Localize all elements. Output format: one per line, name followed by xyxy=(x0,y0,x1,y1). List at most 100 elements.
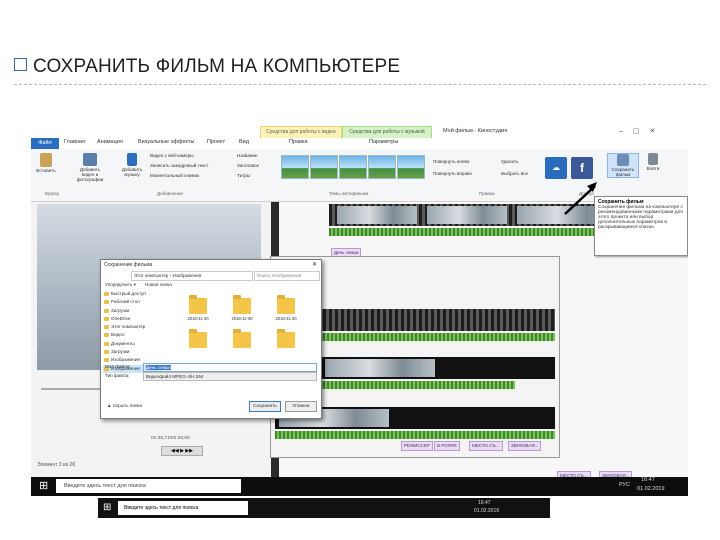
music-note-icon xyxy=(127,153,137,166)
new-folder-button[interactable]: Новая папка xyxy=(145,282,172,287)
group-edit-label: Правка xyxy=(479,191,495,196)
windows-start-icon[interactable]: ⊞ xyxy=(39,480,51,492)
folder-icon[interactable] xyxy=(189,295,207,314)
signin-button[interactable]: Войти xyxy=(643,153,663,171)
film-icon xyxy=(83,153,97,166)
credits-button[interactable]: Титры xyxy=(237,173,250,178)
nav-item[interactable]: Быстрый доступ xyxy=(103,290,163,298)
tab-options[interactable]: Параметры xyxy=(369,139,398,145)
hide-folders-button[interactable]: ▲ Скрыть папки xyxy=(107,403,142,408)
windows-taskbar: ⊞ Введите здесь текст для поиска РУС 16:… xyxy=(31,477,688,496)
playback-controls[interactable]: ◀◀ ▶ ▶▶ xyxy=(161,446,203,456)
tray-lang[interactable]: РУС xyxy=(619,482,630,488)
nav-item[interactable]: Документы xyxy=(103,340,163,348)
folder-icon[interactable] xyxy=(277,295,295,314)
caption-clip[interactable]: МЕСТО СЪ... xyxy=(469,441,503,451)
heading-button[interactable]: Заголовок xyxy=(237,163,259,168)
add-music-label: Добавить музыку xyxy=(121,167,143,177)
theme-thumb-4[interactable] xyxy=(368,155,396,179)
tab-project[interactable]: Проект xyxy=(207,139,225,145)
taskbar-search-input[interactable]: Введите здесь текст для поиска xyxy=(56,479,241,493)
group-themes-label: Темы автофильма xyxy=(329,191,369,196)
filename-input[interactable]: День семьи xyxy=(143,363,317,372)
clipboard-icon xyxy=(40,153,52,167)
nav-item[interactable]: Рабочий стол xyxy=(103,298,163,306)
save-button[interactable]: Сохранить xyxy=(249,401,281,412)
folder-name[interactable]: 2018-11-30 xyxy=(229,316,255,321)
title-divider xyxy=(14,84,706,85)
dialog-close-icon[interactable]: ✕ xyxy=(312,261,317,268)
timeline-clip[interactable] xyxy=(337,206,417,224)
window-title: Мой фильм - Киностудия xyxy=(443,128,508,134)
search-input[interactable]: Поиск: Изображения xyxy=(254,271,320,281)
folder-icon[interactable] xyxy=(233,329,251,348)
inner-windows-taskbar: ⊞ Введите здесь текст для поиска 16:47 0… xyxy=(98,498,550,518)
filename-label: Имя файла: xyxy=(105,364,131,369)
select-all-button[interactable]: Выбрать все xyxy=(501,171,528,176)
slide-title-text: СОХРАНИТЬ ФИЛЬМ НА КОМПЬЮТЕРЕ xyxy=(33,56,401,77)
tab-animation[interactable]: Анимация xyxy=(97,139,123,145)
taskbar-search-input[interactable]: Введите здесь текст для поиска xyxy=(118,501,248,515)
path-breadcrumb[interactable]: Этот компьютер › Изображения xyxy=(131,271,253,281)
caption-button[interactable]: Название xyxy=(237,153,258,158)
snapshot-button[interactable]: Моментальный снимок xyxy=(150,173,199,178)
windows-start-icon[interactable]: ⊞ xyxy=(103,502,111,513)
add-video-label: Добавить видео и фотографии xyxy=(76,167,104,182)
filetype-select[interactable]: Видеофайл MPEG-4/H.264 xyxy=(143,372,317,381)
add-music-button[interactable]: Добавить музыку xyxy=(119,153,145,177)
timeline-clip[interactable] xyxy=(325,359,435,377)
caption-clip[interactable]: РЕЖИССЕР xyxy=(401,441,433,451)
timeline-clip[interactable] xyxy=(427,206,507,224)
nav-item[interactable]: OneDrive xyxy=(103,315,163,323)
movie-maker-screenshot: Средства для работы с видео Средства для… xyxy=(31,126,688,496)
webcam-button[interactable]: Видео с веб-камеры xyxy=(150,153,194,158)
theme-thumb-1[interactable] xyxy=(281,155,309,179)
nav-item[interactable]: Видео xyxy=(103,331,163,339)
organize-button[interactable]: Упорядочить ▾ xyxy=(105,282,136,288)
caption-clip[interactable]: ЗВУКОВАЯ... xyxy=(508,441,542,451)
voiceover-button[interactable]: Записать закадровый текст xyxy=(150,163,209,168)
tab-edit[interactable]: Правка xyxy=(289,139,308,145)
tab-view[interactable]: Вид xyxy=(239,139,249,145)
save-movie-button[interactable]: Сохранить фильм xyxy=(607,153,639,178)
folder-icon[interactable] xyxy=(277,329,295,348)
timecode: 01:35,71/02:20,00 xyxy=(151,436,190,441)
window-controls[interactable]: –▢✕ xyxy=(619,127,665,135)
nav-item[interactable]: Загрузки xyxy=(103,307,163,315)
save-movie-icon xyxy=(617,154,629,166)
breadcrumb-item[interactable]: Этот компьютер xyxy=(134,273,168,278)
breadcrumb-item[interactable]: Изображения xyxy=(172,273,201,278)
onedrive-share-icon[interactable]: ☁ xyxy=(545,157,567,179)
add-video-button[interactable]: Добавить видео и фотографии xyxy=(75,153,105,182)
theme-thumb-2[interactable] xyxy=(310,155,338,179)
theme-thumb-5[interactable] xyxy=(397,155,425,179)
audio-track[interactable] xyxy=(275,431,555,439)
save-movie-dialog: Сохранение фильма ✕ Этот компьютер › Изо… xyxy=(100,259,322,419)
tray-date: 01.02.2019 xyxy=(474,508,500,514)
folder-icon[interactable] xyxy=(189,329,207,348)
group-add-label: Добавление xyxy=(157,191,184,196)
tab-visual-effects[interactable]: Визуальные эффекты xyxy=(138,139,194,145)
theme-thumb-3[interactable] xyxy=(339,155,367,179)
dialog-title: Сохранение фильма xyxy=(104,262,153,268)
tooltip-text: Сохранение фильма на компьютере с рекоме… xyxy=(598,205,683,230)
rotate-right-button[interactable]: Повернуть вправо xyxy=(433,171,472,176)
save-movie-tooltip: Сохранить фильм Сохранение фильма на комп… xyxy=(594,196,688,256)
nav-item[interactable]: Этот компьютер xyxy=(103,323,163,331)
folder-name[interactable]: 2018-11-30 xyxy=(185,316,211,321)
signin-label: Войти xyxy=(646,166,660,171)
cancel-button[interactable]: Отмена xyxy=(285,401,317,412)
delete-button[interactable]: Удалить xyxy=(501,159,519,164)
nav-item[interactable]: Загрузки xyxy=(103,348,163,356)
paste-button[interactable]: Вставить xyxy=(34,153,58,173)
folder-icon[interactable] xyxy=(233,295,251,314)
caption-clip[interactable]: В РОЛЯХ xyxy=(434,441,460,451)
status-element-count: Элемент 3 из 20 xyxy=(37,462,75,468)
facebook-share-icon[interactable]: f xyxy=(571,157,593,179)
folder-name[interactable]: 2018-11-30 xyxy=(273,316,299,321)
rotate-left-button[interactable]: Повернуть влево xyxy=(433,159,469,164)
tab-file[interactable]: Файл xyxy=(31,138,59,149)
tab-home[interactable]: Главная xyxy=(64,139,85,145)
checkbox-bullet-icon xyxy=(14,58,27,71)
audio-track[interactable] xyxy=(329,228,629,236)
